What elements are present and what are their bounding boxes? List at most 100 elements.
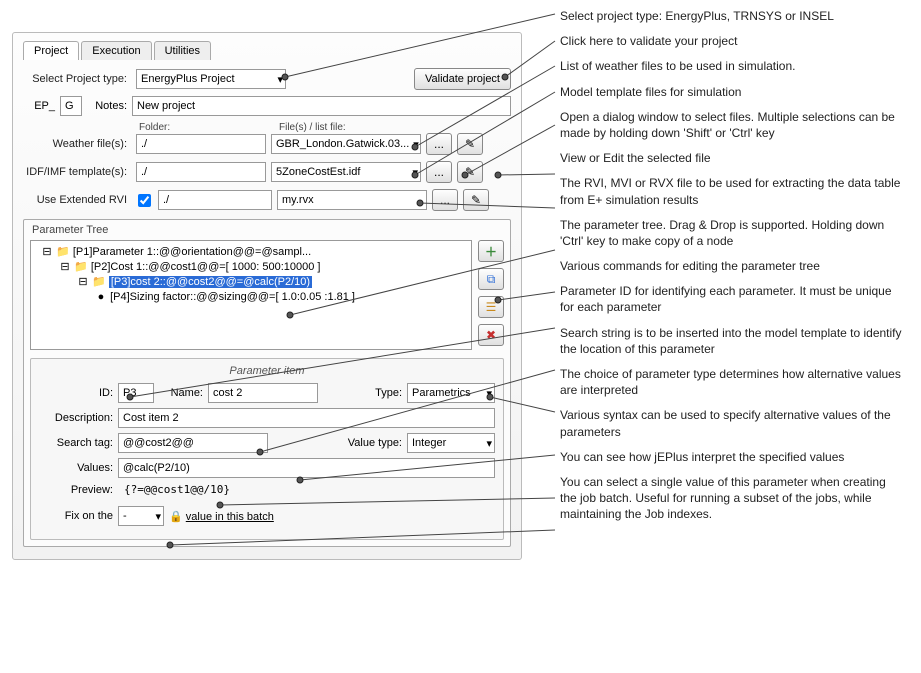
lbl-param-tree: Parameter Tree — [32, 224, 504, 236]
annotations: Select project type: EnergyPlus, TRNSYS … — [560, 8, 905, 532]
chevron-down-icon: ▾ — [486, 437, 492, 450]
tree-delete-button[interactable]: ✖ — [478, 324, 504, 346]
chevron-down-icon: ▾ — [155, 510, 161, 523]
values-field[interactable] — [118, 458, 495, 478]
weather-folder-input[interactable] — [136, 134, 266, 154]
idf-folder-input[interactable] — [136, 162, 266, 182]
ann-type: The choice of parameter type determines … — [560, 366, 905, 398]
lbl-ep: EP_ — [23, 100, 55, 112]
lbl-valuetype: Value type: — [348, 437, 402, 449]
parameter-item-section: Parameter item ID: Name: Type: Parametri… — [30, 358, 504, 540]
folder-icon: ⊟ — [77, 275, 89, 290]
ann-weather: List of weather files to be used in simu… — [560, 58, 905, 74]
lbl-notes: Notes: — [87, 100, 127, 112]
search-tag-field[interactable] — [118, 433, 268, 453]
lbl-name: Name: — [159, 387, 203, 399]
rvi-folder-input[interactable] — [158, 190, 272, 210]
notes-field[interactable] — [132, 96, 511, 116]
rvi-checkbox[interactable] — [138, 194, 151, 207]
delete-icon: ✖ — [486, 328, 496, 342]
tree-add-button[interactable]: ＋ — [478, 240, 504, 262]
preview-text: {?=@@cost1@@/10} — [118, 483, 495, 496]
type-value: Parametrics — [412, 387, 471, 399]
tab-execution[interactable]: Execution — [81, 41, 151, 60]
parameter-tree[interactable]: ⊟ 📁 [P1]Parameter 1::@@orientation@@=@sa… — [30, 240, 472, 350]
ann-fix: You can select a single value of this pa… — [560, 474, 905, 523]
tab-utilities[interactable]: Utilities — [154, 41, 211, 60]
value-type-select[interactable]: Integer ▾ — [407, 433, 495, 453]
ann-project-type: Select project type: EnergyPlus, TRNSYS … — [560, 8, 905, 24]
tab-bar: Project Execution Utilities — [23, 41, 511, 60]
ann-edit: View or Edit the selected file — [560, 150, 905, 166]
weather-file-select[interactable]: GBR_London.Gatwick.03... ▾ — [271, 134, 421, 154]
pencil-icon: ✎ — [465, 137, 475, 151]
chevron-down-icon: ▾ — [412, 166, 418, 179]
lbl-fixon: Fix on the — [39, 510, 113, 522]
idf-edit-button[interactable]: ✎ — [457, 161, 483, 183]
folder-icon: ⊟ — [59, 260, 71, 275]
description-field[interactable] — [118, 408, 495, 428]
bullet-icon: ● — [95, 290, 107, 305]
lbl-weather: Weather file(s): — [23, 138, 131, 150]
idf-file-value: 5ZoneCostEst.idf — [276, 166, 360, 178]
lbl-id: ID: — [39, 387, 113, 399]
lbl-value-in-batch: 🔒 value in this batch — [169, 510, 274, 523]
project-type-value: EnergyPlus Project — [141, 73, 235, 85]
ann-id: Parameter ID for identifying each parame… — [560, 283, 905, 315]
type-select[interactable]: Parametrics ▾ — [407, 383, 495, 403]
fixon-select[interactable]: - ▾ — [118, 506, 164, 526]
pencil-icon: ✎ — [471, 193, 481, 207]
chevron-down-icon: ▾ — [413, 138, 419, 151]
lbl-param-item: Parameter item — [39, 365, 495, 377]
ann-browse: Open a dialog window to select files. Mu… — [560, 109, 905, 141]
lbl-filelist: File(s) / list file: — [279, 122, 439, 133]
ann-preview: You can see how jEPlus interpret the spe… — [560, 449, 905, 465]
lbl-type: Type: — [375, 387, 402, 399]
lbl-values: Values: — [39, 462, 113, 474]
pencil-icon: ✎ — [465, 165, 475, 179]
weather-edit-button[interactable]: ✎ — [457, 133, 483, 155]
tree-node-p1[interactable]: ⊟ 📁 [P1]Parameter 1::@@orientation@@=@sa… — [41, 245, 467, 260]
project-type-select[interactable]: EnergyPlus Project ▾ — [136, 69, 286, 89]
tab-project[interactable]: Project — [23, 41, 79, 60]
name-field[interactable] — [208, 383, 318, 403]
weather-file-value: GBR_London.Gatwick.03... — [276, 138, 409, 150]
lbl-rvi: Use Extended RVI — [23, 194, 131, 206]
copy-icon: ⧉ — [487, 272, 496, 287]
ann-template: Model template files for simulation — [560, 84, 905, 100]
rvi-file-input[interactable] — [277, 190, 427, 210]
plus-icon: ＋ — [485, 243, 497, 260]
id-field[interactable] — [118, 383, 154, 403]
ep-field[interactable] — [60, 96, 82, 116]
rvi-edit-button[interactable]: ✎ — [463, 189, 489, 211]
validate-project-button[interactable]: Validate project — [414, 68, 511, 90]
lbl-folder: Folder: — [139, 122, 279, 133]
tree-copy-button[interactable]: ⧉ — [478, 268, 504, 290]
folder-icon: ⊟ — [41, 245, 53, 260]
parameter-tree-section: Parameter Tree ⊟ 📁 [P1]Parameter 1::@@or… — [23, 219, 511, 547]
idf-file-select[interactable]: 5ZoneCostEst.idf ▾ — [271, 162, 421, 182]
tree-edit-button[interactable]: ☰ — [478, 296, 504, 318]
lbl-preview: Preview: — [39, 484, 113, 496]
lbl-idf: IDF/IMF template(s): — [23, 166, 131, 178]
tree-node-p3[interactable]: ⊟ 📁 [P3]cost 2::@@cost2@@=@calc(P2/10) — [77, 275, 467, 290]
ann-rvi: The RVI, MVI or RVX file to be used for … — [560, 175, 905, 207]
ann-values: Various syntax can be used to specify al… — [560, 407, 905, 439]
chevron-down-icon: ▾ — [486, 387, 492, 400]
lbl-searchtag: Search tag: — [39, 437, 113, 449]
tree-node-p2[interactable]: ⊟ 📁 [P2]Cost 1::@@cost1@@=[ 1000: 500:10… — [59, 260, 467, 275]
list-icon: ☰ — [486, 300, 497, 314]
ann-commands: Various commands for editing the paramet… — [560, 258, 905, 274]
lbl-desc: Description: — [39, 412, 113, 424]
rvi-browse-button[interactable]: ... — [432, 189, 458, 211]
ann-search: Search string is to be inserted into the… — [560, 325, 905, 357]
fixon-value: - — [123, 510, 127, 522]
project-panel: Project Execution Utilities Select Proje… — [12, 32, 522, 560]
lbl-select-project-type: Select Project type: — [23, 73, 131, 85]
tree-node-p4[interactable]: ● [P4]Sizing factor::@@sizing@@=[ 1.0:0.… — [95, 290, 467, 305]
chevron-down-icon: ▾ — [277, 73, 283, 86]
weather-browse-button[interactable]: ... — [426, 133, 452, 155]
value-type-value: Integer — [412, 437, 446, 449]
idf-browse-button[interactable]: ... — [426, 161, 452, 183]
ann-tree: The parameter tree. Drag & Drop is suppo… — [560, 217, 905, 249]
